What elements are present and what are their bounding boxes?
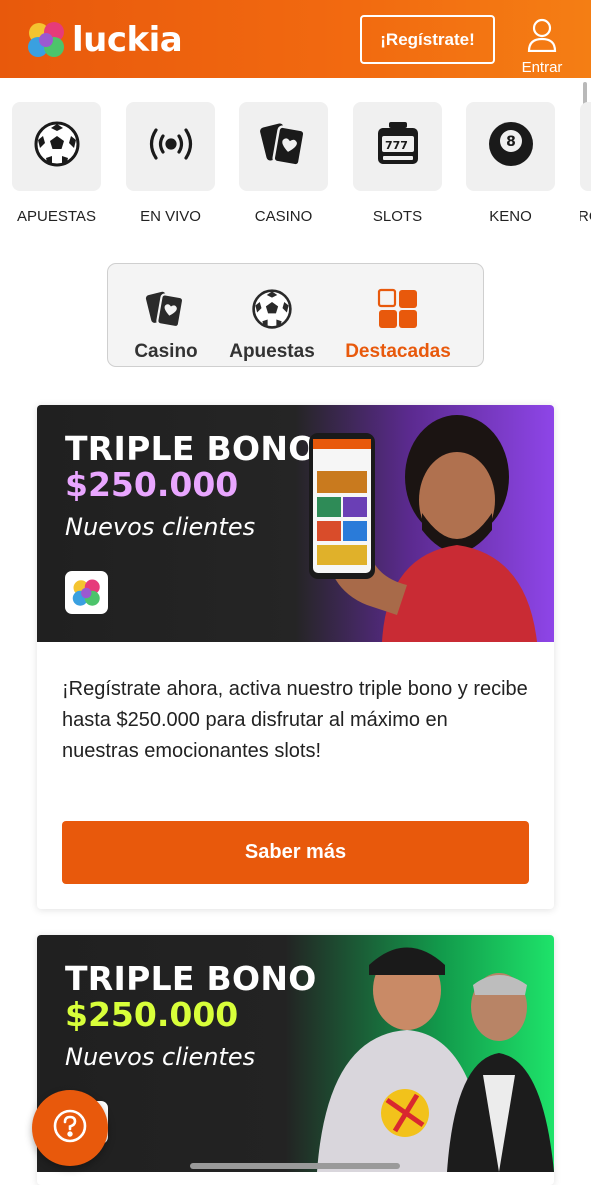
category-tile: 777	[353, 102, 442, 191]
category-tile: 8	[466, 102, 555, 191]
tab-label: Apuestas	[229, 341, 315, 362]
top-header: luckia ¡Regístrate! Entrar	[0, 0, 591, 78]
promo-photo	[309, 415, 537, 642]
category-pro[interactable]: PRO	[580, 102, 591, 225]
category-tile	[239, 102, 328, 191]
category-apuestas[interactable]: APUESTAS	[12, 102, 102, 225]
category-label: KENO	[489, 208, 532, 225]
tab-label: Destacadas	[345, 341, 451, 362]
promo-subtitle: Nuevos clientes	[65, 513, 256, 541]
category-label: PRO	[580, 208, 591, 225]
category-en-vivo[interactable]: EN VIVO	[126, 102, 216, 225]
category-casino[interactable]: CASINO	[239, 102, 329, 225]
category-label: SLOTS	[372, 208, 423, 225]
help-button[interactable]	[32, 1090, 108, 1166]
page: luckia ¡Regístrate! Entrar APUESTAS EN V…	[0, 0, 591, 1185]
promo-amount: $250.000	[65, 465, 239, 504]
luckia-logo[interactable]: luckia	[26, 18, 183, 62]
promo-description: ¡Regístrate ahora, activa nuestro triple…	[62, 678, 528, 762]
category-slots[interactable]: 777 SLOTS	[353, 102, 443, 225]
slot-machine-icon: 777	[373, 119, 423, 174]
login-button[interactable]: Entrar	[516, 18, 568, 76]
register-button[interactable]: ¡Regístrate!	[360, 15, 495, 64]
soccer-ball-icon	[250, 287, 294, 331]
question-mark-icon	[52, 1108, 88, 1149]
tab-label: Casino	[134, 341, 198, 362]
section-tabs: Casino Apuestas Destacadas	[107, 263, 484, 367]
saber-mas-button[interactable]: Saber más	[62, 821, 529, 884]
tab-destacadas[interactable]: Destacadas	[340, 264, 456, 364]
tab-apuestas[interactable]: Apuestas	[224, 264, 320, 364]
category-tile	[580, 102, 591, 191]
tab-casino[interactable]: Casino	[128, 264, 204, 364]
login-label: Entrar	[521, 59, 563, 76]
category-strip: APUESTAS EN VIVO CASINO 777 SLOTS 8 KENO…	[0, 102, 591, 232]
home-indicator[interactable]	[190, 1163, 400, 1169]
clover-logo-icon	[26, 20, 68, 60]
promo-banner[interactable]: TRIPLE BONO $250.000 Nuevos clientes	[37, 405, 554, 642]
grid-icon	[376, 287, 420, 331]
category-label: CASINO	[254, 208, 313, 225]
live-broadcast-icon	[146, 124, 196, 169]
clover-logo-icon	[65, 571, 108, 614]
soccer-ball-icon	[33, 120, 81, 173]
promo-subtitle: Nuevos clientes	[65, 1043, 256, 1071]
category-label: EN VIVO	[140, 208, 201, 225]
category-keno[interactable]: 8 KENO	[466, 102, 556, 225]
category-label: APUESTAS	[17, 208, 96, 225]
user-icon	[527, 18, 557, 57]
svg-text:8: 8	[506, 134, 516, 150]
eight-ball-icon: 8	[486, 119, 536, 174]
promo-card: TRIPLE BONO $250.000 Nuevos clientes	[37, 935, 554, 1185]
category-tile	[12, 102, 101, 191]
promo-card: TRIPLE BONO $250.000 Nuevos clientes	[37, 405, 554, 909]
promo-photo	[317, 947, 554, 1172]
category-tile	[126, 102, 215, 191]
promo-amount: $250.000	[65, 995, 239, 1034]
svg-text:777: 777	[385, 139, 408, 152]
playing-cards-icon	[144, 287, 188, 331]
promo-title: TRIPLE BONO	[65, 429, 317, 468]
promo-banner[interactable]: TRIPLE BONO $250.000 Nuevos clientes	[37, 935, 554, 1172]
playing-cards-icon	[259, 119, 309, 174]
brand-name: luckia	[72, 20, 183, 60]
